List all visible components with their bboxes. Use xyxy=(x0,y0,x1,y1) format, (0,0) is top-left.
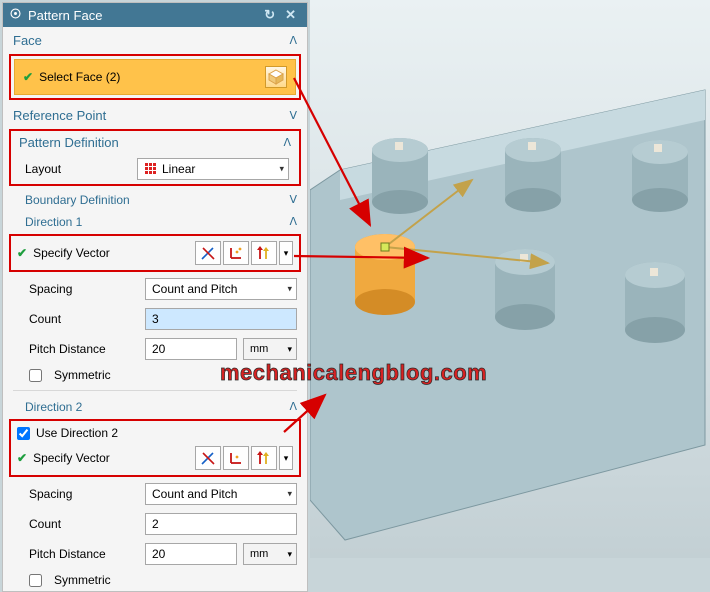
dir1-unit-dropdown[interactable]: mm ▾ xyxy=(243,338,297,360)
dir2-symmetric-checkbox[interactable] xyxy=(29,574,42,587)
section-face[interactable]: Face ᐱ xyxy=(3,27,307,52)
section-direction-2[interactable]: Direction 2 ᐱ xyxy=(3,395,307,417)
dir1-pitch-row: Pitch Distance 20 mm ▾ xyxy=(3,334,307,364)
panel-title: Pattern Face xyxy=(28,8,102,23)
chevron-up-icon: ᐱ xyxy=(289,215,297,229)
chevron-down-icon: ▾ xyxy=(287,284,292,295)
chevron-down-icon: ᐯ xyxy=(289,193,297,207)
dir1-spacing-dropdown[interactable]: Count and Pitch ▾ xyxy=(145,278,297,300)
dir2-count-row: Count 2 xyxy=(3,509,307,539)
dir2-symmetric-row: Symmetric xyxy=(3,569,307,591)
highlight-dir1-vector: ✔ Specify Vector ▾ xyxy=(9,234,301,272)
layout-row: Layout Linear ▾ xyxy=(11,154,299,184)
specify-vector-label: Specify Vector xyxy=(33,451,110,465)
vector-buttons: ▾ xyxy=(195,446,293,470)
chevron-up-icon: ᐱ xyxy=(283,136,291,149)
dir1-count-input[interactable]: 3 xyxy=(145,308,297,330)
highlight-layout: Pattern Definition ᐱ Layout Linear ▾ xyxy=(9,129,301,186)
cube-icon[interactable] xyxy=(265,66,287,88)
dir1-symmetric-row: Symmetric xyxy=(3,364,307,386)
axis-vector-button[interactable] xyxy=(223,241,249,265)
dir2-pitch-row: Pitch Distance 20 mm ▾ xyxy=(3,539,307,569)
dir1-spacing-row: Spacing Count and Pitch ▾ xyxy=(3,274,307,304)
dir1-pitch-input[interactable]: 20 xyxy=(145,338,237,360)
gear-icon xyxy=(9,7,22,23)
chevron-down-icon: ᐯ xyxy=(289,109,297,122)
select-face-label: Select Face (2) xyxy=(39,70,120,84)
dir2-unit-dropdown[interactable]: mm ▾ xyxy=(243,543,297,565)
use-dir2-checkbox[interactable] xyxy=(17,427,30,440)
chevron-down-icon: ▾ xyxy=(287,489,292,500)
panel-titlebar: Pattern Face ↻ ✕ xyxy=(3,3,307,27)
layout-dropdown[interactable]: Linear ▾ xyxy=(137,158,289,180)
highlight-dir2-vector: Use Direction 2 ✔ Specify Vector ▾ xyxy=(9,419,301,477)
vector-menu-dropdown[interactable]: ▾ xyxy=(279,241,293,265)
dir2-spacing-row: Spacing Count and Pitch ▾ xyxy=(3,479,307,509)
chevron-down-icon: ▾ xyxy=(287,344,292,355)
vector-buttons: ▾ xyxy=(195,241,293,265)
close-button[interactable]: ✕ xyxy=(280,7,301,23)
specify-vector-label: Specify Vector xyxy=(33,246,110,260)
dir2-pitch-input[interactable]: 20 xyxy=(145,543,237,565)
chevron-up-icon: ᐱ xyxy=(289,34,297,47)
section-refpoint[interactable]: Reference Point ᐯ xyxy=(3,102,307,127)
chevron-up-icon: ᐱ xyxy=(289,400,297,414)
dir2-count-input[interactable]: 2 xyxy=(145,513,297,535)
chevron-down-icon: ▾ xyxy=(279,164,284,175)
inferred-vector-button[interactable] xyxy=(195,446,221,470)
select-face-row[interactable]: ✔ Select Face (2) xyxy=(14,59,296,95)
dir1-count-row: Count 3 xyxy=(3,304,307,334)
layout-label: Layout xyxy=(21,162,131,176)
reset-button[interactable]: ↻ xyxy=(259,7,280,23)
divider xyxy=(13,390,297,391)
check-icon: ✔ xyxy=(17,451,27,465)
dir2-spacing-dropdown[interactable]: Count and Pitch ▾ xyxy=(145,483,297,505)
vector-menu-dropdown[interactable]: ▾ xyxy=(279,446,293,470)
section-direction-1[interactable]: Direction 1 ᐱ xyxy=(3,210,307,232)
pattern-face-panel: Pattern Face ↻ ✕ Face ᐱ ✔ Select Face (2… xyxy=(2,2,308,592)
axis-vector-button[interactable] xyxy=(223,446,249,470)
highlight-face: ✔ Select Face (2) xyxy=(9,54,301,100)
inferred-vector-button[interactable] xyxy=(195,241,221,265)
dir1-symmetric-checkbox[interactable] xyxy=(29,369,42,382)
check-icon: ✔ xyxy=(17,246,27,260)
reverse-vector-button[interactable] xyxy=(251,241,277,265)
reverse-vector-button[interactable] xyxy=(251,446,277,470)
check-icon: ✔ xyxy=(23,70,33,84)
section-pattern-definition[interactable]: Pattern Definition ᐱ xyxy=(11,131,299,154)
section-boundary-def[interactable]: Boundary Definition ᐯ xyxy=(3,188,307,210)
viewport-3d[interactable] xyxy=(310,0,710,558)
